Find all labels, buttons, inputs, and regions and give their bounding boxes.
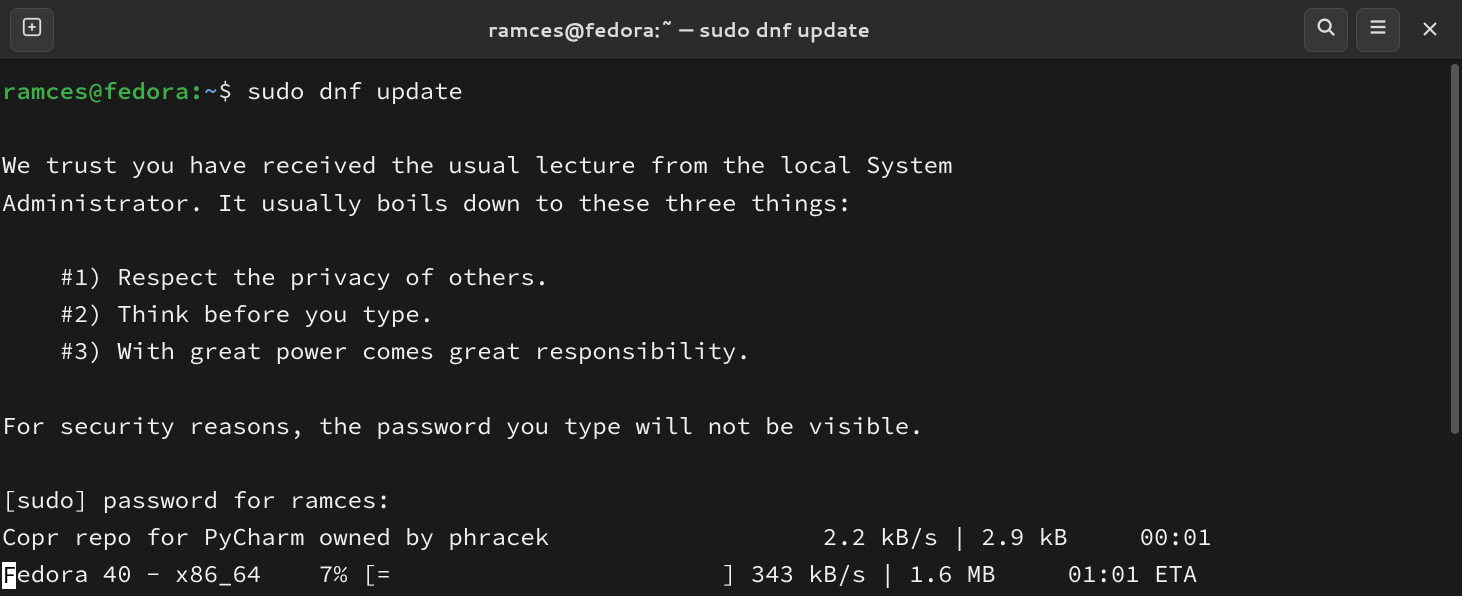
sudo-lecture-line-2: Administrator. It usually boils down to …: [2, 187, 852, 218]
scrollbar[interactable]: [1451, 64, 1459, 592]
dnf-repo-name: edora 40 - x86_64: [16, 558, 261, 589]
prompt-path: ~: [204, 75, 218, 106]
sudo-rule-2: #2) Think before you type.: [2, 298, 434, 329]
titlebar: ramces@fedora:~ — sudo dnf update: [0, 0, 1462, 60]
dnf-repo-time: 01:01: [1068, 558, 1140, 589]
dnf-progress-percent: 7%: [319, 558, 348, 589]
dnf-repo-time: 00:01: [1140, 521, 1212, 552]
dnf-repo-size: 2.9 kB: [981, 521, 1067, 552]
new-tab-button[interactable]: [10, 8, 54, 52]
dnf-progress-bar: [= ]: [362, 558, 736, 589]
terminal-viewport: ramces@fedora:~$ sudo dnf update We trus…: [0, 60, 1462, 596]
close-icon: [1422, 14, 1438, 45]
prompt-command: sudo dnf update: [247, 75, 463, 106]
dnf-eta-label: ETA: [1154, 558, 1197, 589]
search-button[interactable]: [1304, 8, 1348, 52]
dnf-repo-rate: 2.2 kB/s: [823, 521, 938, 552]
menu-button[interactable]: [1356, 8, 1400, 52]
prompt-colon: :: [189, 75, 203, 106]
search-icon: [1315, 16, 1337, 44]
sudo-rule-1: #1) Respect the privacy of others.: [2, 261, 549, 292]
close-button[interactable]: [1408, 8, 1452, 52]
dnf-repo-rate: 343 kB/s: [751, 558, 866, 589]
window-title: ramces@fedora:~ — sudo dnf update: [54, 16, 1304, 44]
plus-box-icon: [21, 16, 43, 44]
cursor-block: F: [2, 562, 16, 590]
sudo-security-notice: For security reasons, the password you t…: [2, 410, 924, 441]
sudo-password-prompt: [sudo] password for ramces:: [2, 484, 405, 515]
terminal-output[interactable]: ramces@fedora:~$ sudo dnf update We trus…: [0, 60, 1448, 596]
titlebar-right-controls: [1304, 8, 1452, 52]
scroll-thumb[interactable]: [1451, 64, 1459, 434]
dnf-repo-size: 1.6 MB: [909, 558, 995, 589]
prompt-user-host: ramces@fedora: [2, 75, 189, 106]
hamburger-icon: [1367, 16, 1389, 44]
titlebar-left-controls: [10, 8, 54, 52]
prompt-symbol: $: [218, 75, 232, 106]
sudo-lecture-line-1: We trust you have received the usual lec…: [2, 149, 952, 180]
sudo-rule-3: #3) With great power comes great respons…: [2, 335, 751, 366]
dnf-repo-name: Copr repo for PyCharm owned by phracek: [2, 521, 549, 552]
